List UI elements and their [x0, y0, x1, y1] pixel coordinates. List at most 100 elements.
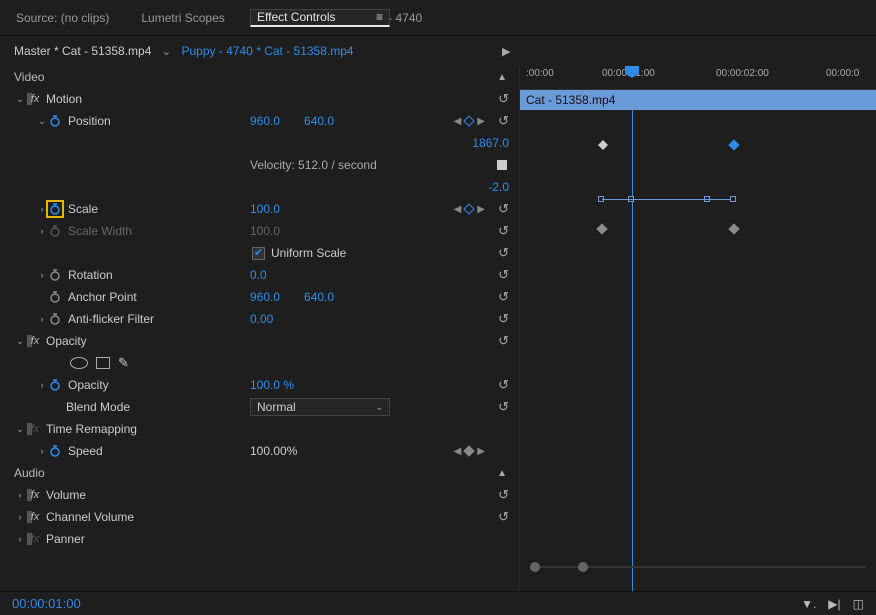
keyframe-icon[interactable]: [728, 139, 739, 150]
prop-scale[interactable]: Scale: [68, 202, 98, 216]
mask-ellipse-icon[interactable]: [70, 357, 88, 369]
antiflicker-value[interactable]: 0.00: [250, 312, 273, 326]
prev-keyframe-icon[interactable]: ◀: [454, 116, 462, 127]
twirl-icon[interactable]: ›: [14, 512, 26, 522]
keyframe-icon[interactable]: [598, 140, 608, 150]
stopwatch-icon[interactable]: [48, 202, 62, 216]
next-keyframe-icon[interactable]: ▶: [477, 116, 485, 127]
fx-badge-icon[interactable]: fx: [26, 422, 42, 436]
mask-rect-icon[interactable]: [96, 357, 110, 369]
twirl-icon[interactable]: ›: [36, 226, 48, 236]
twirl-icon[interactable]: ›: [36, 446, 48, 456]
anchor-y-value[interactable]: 640.0: [304, 290, 334, 304]
twirl-icon[interactable]: ⌄: [36, 116, 48, 127]
effect-panner[interactable]: Panner: [46, 532, 85, 546]
panel-menu-icon[interactable]: ≡: [376, 10, 383, 24]
twirl-icon[interactable]: ⌄: [14, 336, 26, 347]
next-keyframe-icon[interactable]: ▶: [477, 204, 485, 215]
playhead-line[interactable]: [632, 110, 633, 591]
stopwatch-icon[interactable]: [48, 378, 62, 392]
speed-value[interactable]: 100.00%: [250, 444, 297, 458]
effect-timeremap[interactable]: Time Remapping: [46, 422, 137, 436]
add-keyframe-icon[interactable]: [464, 203, 475, 214]
prop-anchor[interactable]: Anchor Point: [68, 290, 137, 304]
mask-pen-icon[interactable]: ✎: [118, 355, 129, 371]
scale-value[interactable]: 100.0: [250, 202, 280, 216]
reset-icon[interactable]: ↺: [498, 223, 509, 239]
section-audio[interactable]: Audio ▲: [0, 462, 519, 484]
prop-antiflicker[interactable]: Anti-flicker Filter: [68, 312, 154, 326]
reset-icon[interactable]: ↺: [498, 509, 509, 525]
twirl-icon[interactable]: ›: [36, 380, 48, 390]
reset-icon[interactable]: ↺: [498, 399, 509, 415]
section-video[interactable]: Video ▲: [0, 66, 519, 88]
reset-icon[interactable]: ↺: [498, 91, 509, 107]
timeline-scrollbar[interactable]: [530, 563, 866, 571]
fx-badge-icon[interactable]: fx: [26, 532, 42, 546]
timecode-display[interactable]: 00:00:01:00: [12, 596, 81, 611]
tab-lumetri[interactable]: Lumetri Scopes: [139, 3, 226, 33]
stopwatch-icon[interactable]: [48, 268, 62, 282]
rotation-value[interactable]: 0.0: [250, 268, 267, 282]
prev-keyframe-icon[interactable]: ◀: [454, 446, 462, 457]
scroll-handle-right[interactable]: [578, 562, 588, 572]
reset-icon[interactable]: ↺: [498, 487, 509, 503]
reset-icon[interactable]: ↺: [498, 333, 509, 349]
keyframe-area[interactable]: [520, 110, 876, 591]
blend-mode-select[interactable]: Normal ⌄: [250, 398, 390, 416]
reset-icon[interactable]: ↺: [498, 311, 509, 327]
opacity-value[interactable]: 100.0 %: [250, 378, 294, 392]
play-only-icon[interactable]: ▶: [502, 45, 510, 58]
add-keyframe-icon[interactable]: [464, 115, 475, 126]
keyframe-icon[interactable]: [596, 223, 607, 234]
reset-icon[interactable]: ↺: [498, 201, 509, 217]
twirl-icon[interactable]: ›: [14, 534, 26, 544]
stopwatch-icon[interactable]: [48, 290, 62, 304]
twirl-icon[interactable]: ⌄: [14, 94, 26, 105]
twirl-icon[interactable]: ›: [36, 270, 48, 280]
clip-bar[interactable]: Cat - 51358.mp4: [520, 90, 876, 110]
prev-keyframe-icon[interactable]: ◀: [454, 204, 462, 215]
filter-icon[interactable]: ▼.: [801, 597, 816, 611]
reset-icon[interactable]: ↺: [498, 289, 509, 305]
export-icon[interactable]: ◫: [853, 597, 864, 611]
fx-badge-icon[interactable]: fx: [26, 510, 42, 524]
collapse-icon[interactable]: ▲: [497, 468, 507, 479]
add-keyframe-icon[interactable]: [464, 445, 475, 456]
reset-icon[interactable]: ↺: [498, 267, 509, 283]
scroll-handle-left[interactable]: [530, 562, 540, 572]
prop-speed[interactable]: Speed: [68, 444, 103, 458]
bezier-handle[interactable]: [730, 196, 736, 202]
twirl-icon[interactable]: ⌄: [14, 424, 26, 435]
reset-icon[interactable]: ↺: [498, 377, 509, 393]
prop-opacity[interactable]: Opacity: [68, 378, 109, 392]
collapse-icon[interactable]: ▲: [497, 72, 507, 83]
next-keyframe-icon[interactable]: ▶: [477, 446, 485, 457]
reset-icon[interactable]: ↺: [498, 113, 509, 129]
keyframe-icon[interactable]: [728, 223, 739, 234]
effect-opacity[interactable]: Opacity: [46, 334, 87, 348]
time-ruler[interactable]: :00:00 00:00:01:00 00:00:02:00 00:00:0: [520, 66, 876, 90]
position-y-value[interactable]: 640.0: [304, 114, 334, 128]
twirl-icon[interactable]: ›: [14, 490, 26, 500]
master-clip-label[interactable]: Master * Cat - 51358.mp4: [14, 44, 151, 58]
fx-badge-icon[interactable]: fx: [26, 92, 42, 106]
stopwatch-icon[interactable]: [48, 312, 62, 326]
sequence-clip-label[interactable]: Puppy - 4740 * Cat - 51358.mp4: [181, 44, 353, 58]
anchor-x-value[interactable]: 960.0: [250, 290, 280, 304]
stopwatch-icon[interactable]: [48, 444, 62, 458]
position-x-value[interactable]: 960.0: [250, 114, 280, 128]
twirl-icon[interactable]: ›: [36, 314, 48, 324]
effect-volume[interactable]: Volume: [46, 488, 86, 502]
effect-motion[interactable]: Motion: [46, 92, 82, 106]
reset-icon[interactable]: ↺: [498, 245, 509, 261]
prop-rotation[interactable]: Rotation: [68, 268, 113, 282]
step-forward-icon[interactable]: ▶|: [828, 597, 840, 611]
fx-badge-icon[interactable]: fx: [26, 334, 42, 348]
prop-position[interactable]: Position: [68, 114, 111, 128]
stopwatch-icon[interactable]: [48, 114, 62, 128]
uniform-scale-checkbox[interactable]: ✔: [252, 247, 265, 260]
effect-channel-volume[interactable]: Channel Volume: [46, 510, 134, 524]
tab-effect-controls[interactable]: Effect Controls ≡: [250, 9, 390, 27]
tab-source[interactable]: Source: (no clips): [14, 3, 111, 33]
